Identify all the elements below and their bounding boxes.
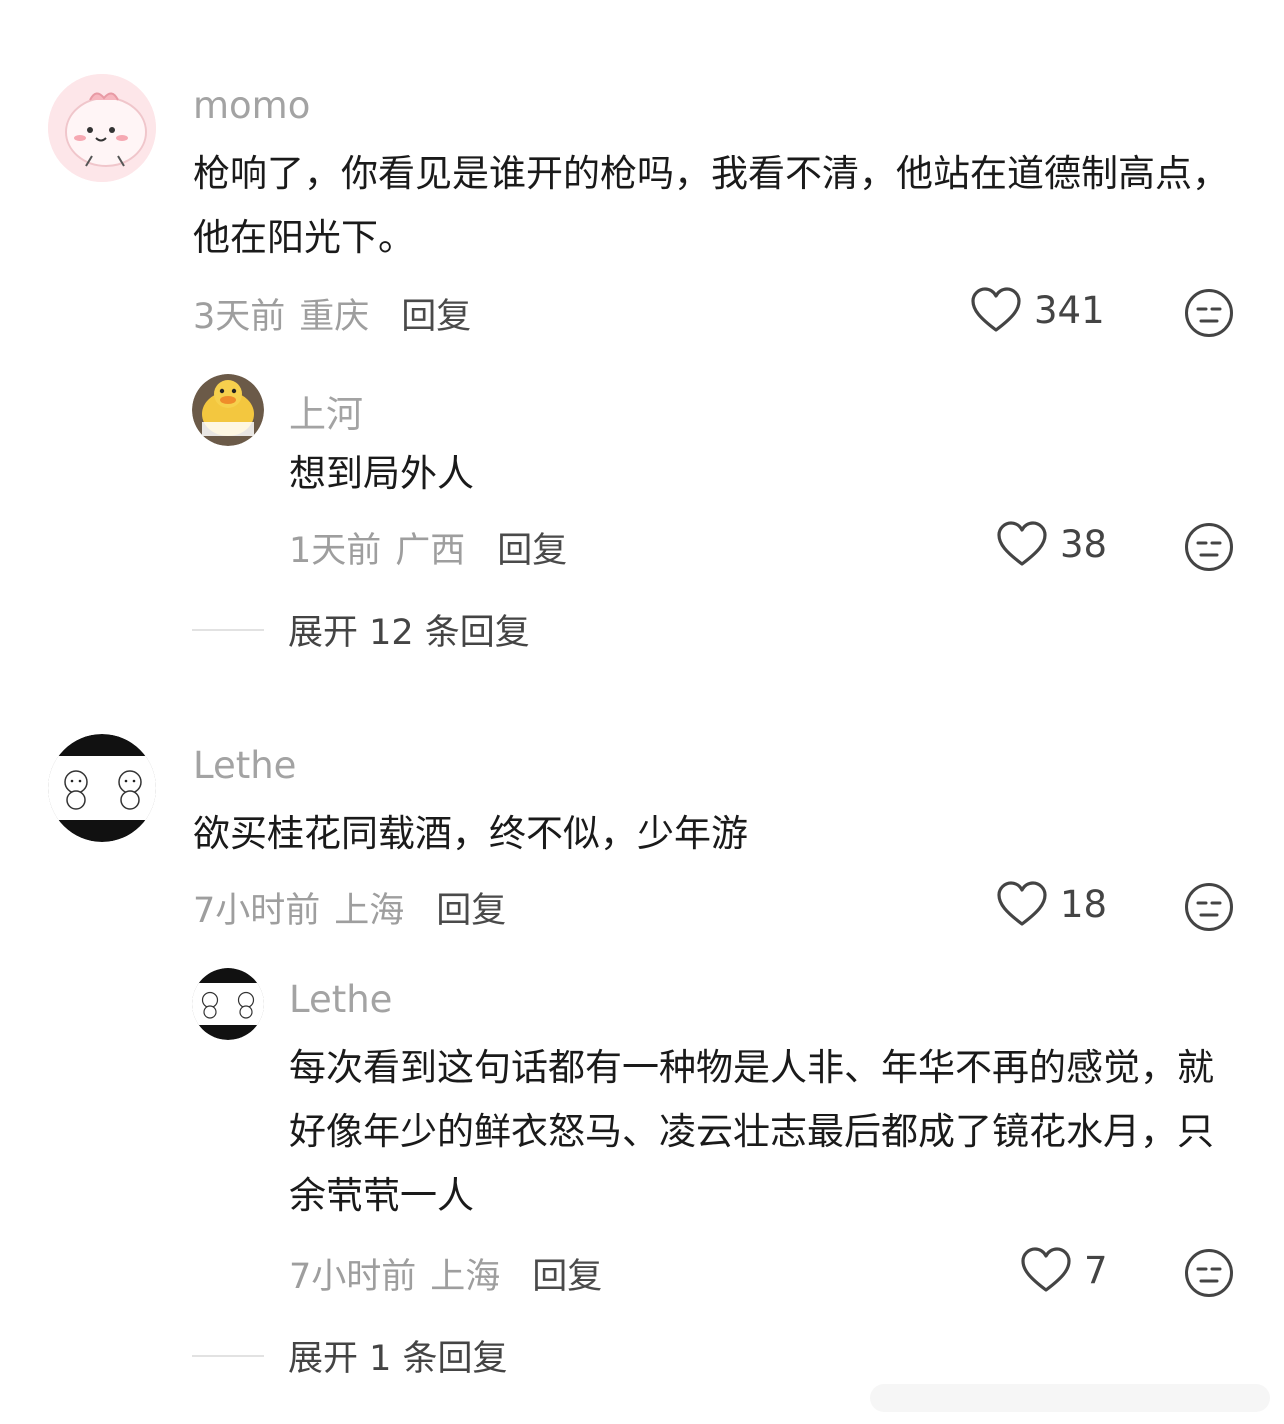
like-count: 38 <box>1060 522 1108 566</box>
reply-meta: 1天前 广西 回复 <box>289 522 567 573</box>
like-button[interactable]: 18 <box>996 880 1107 928</box>
reply-text: 每次看到这句话都有一种物是人非、年华不再的感觉，就好像年少的鲜衣怒马、凌云壮志最… <box>289 1046 1214 1217</box>
reply-button[interactable]: 回复 <box>401 297 471 337</box>
divider <box>192 628 264 631</box>
reply-button[interactable]: 回复 <box>497 531 567 571</box>
comment-meta: 3天前 重庆 回复 <box>193 288 471 339</box>
heart-outline-icon <box>1021 1247 1071 1292</box>
comment-text: 欲买桂花同载酒，终不似，少年游 <box>193 812 748 855</box>
reply-avatar[interactable] <box>192 374 264 446</box>
like-button[interactable]: 341 <box>970 286 1105 334</box>
reply-location: 广西 <box>395 531 466 571</box>
reply-time: 1天前 <box>289 531 382 571</box>
comment-text: 枪响了，你看见是谁开的枪吗，我看不清，他站在道德制高点，他在阳光下。 <box>193 152 1229 259</box>
reply-text: 想到局外人 <box>289 452 474 495</box>
avatar-image <box>192 374 264 446</box>
expand-replies-label: 展开 1 条回复 <box>288 1339 508 1379</box>
like-count: 341 <box>1034 288 1105 332</box>
divider <box>192 1354 264 1357</box>
expand-replies-label: 展开 12 条回复 <box>288 613 530 653</box>
reply-button[interactable]: 回复 <box>436 891 506 931</box>
like-count: 18 <box>1060 882 1108 926</box>
like-count: 7 <box>1084 1248 1108 1292</box>
comment-time: 3天前 <box>193 297 286 337</box>
avatar-image <box>48 734 156 842</box>
neutral-face-icon[interactable] <box>1184 288 1234 338</box>
expand-replies-button[interactable]: 展开 12 条回复 <box>192 604 530 655</box>
like-button[interactable]: 38 <box>996 520 1107 568</box>
heart-outline-icon <box>997 881 1047 926</box>
neutral-face-icon[interactable] <box>1184 882 1234 932</box>
comment-username[interactable]: Lethe <box>193 744 296 787</box>
comment-location: 重庆 <box>299 297 370 337</box>
reply-location: 上海 <box>430 1257 501 1297</box>
reply-username[interactable]: 上河 <box>289 384 363 438</box>
comment-location: 上海 <box>334 891 405 931</box>
avatar-image <box>192 968 264 1040</box>
like-button[interactable]: 7 <box>1020 1246 1108 1294</box>
reply-avatar[interactable] <box>192 968 264 1040</box>
reply-username[interactable]: Lethe <box>289 978 392 1021</box>
comment-username[interactable]: momo <box>193 84 310 127</box>
avatar-image <box>48 74 156 182</box>
reply-meta: 7小时前 上海 回复 <box>289 1248 602 1299</box>
watermark-logo <box>870 1384 1270 1412</box>
reply-button[interactable]: 回复 <box>532 1257 602 1297</box>
neutral-face-icon[interactable] <box>1184 522 1234 572</box>
heart-outline-icon <box>971 287 1021 332</box>
reply-time: 7小时前 <box>289 1257 417 1297</box>
heart-outline-icon <box>997 521 1047 566</box>
expand-replies-button[interactable]: 展开 1 条回复 <box>192 1330 508 1381</box>
avatar[interactable] <box>48 734 156 842</box>
avatar[interactable] <box>48 74 156 182</box>
comment-time: 7小时前 <box>193 891 321 931</box>
neutral-face-icon[interactable] <box>1184 1248 1234 1298</box>
comment-meta: 7小时前 上海 回复 <box>193 882 506 933</box>
